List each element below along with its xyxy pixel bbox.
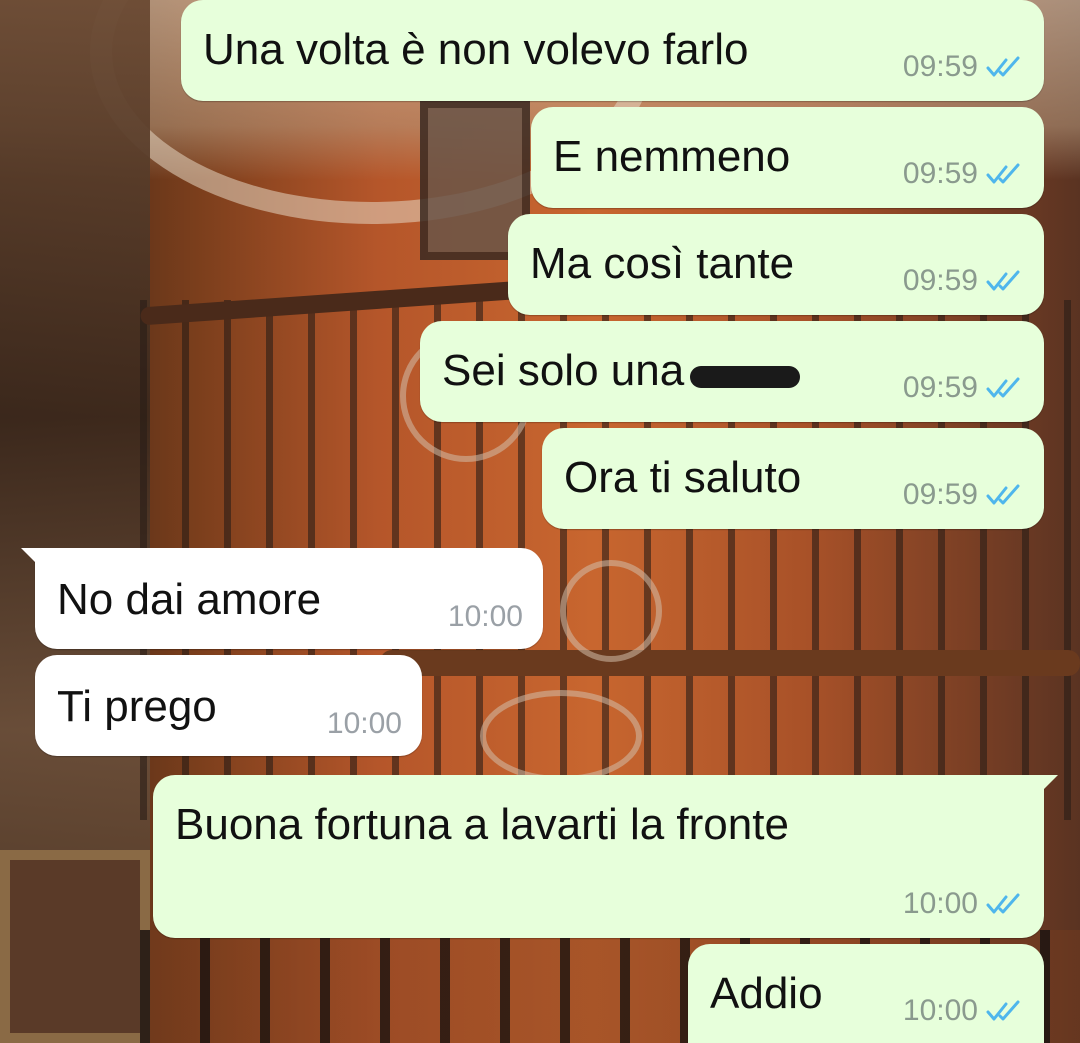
incoming-message-bubble[interactable]: No dai amore 10:00 xyxy=(21,548,543,649)
double-check-icon xyxy=(986,270,1020,291)
message-text: Ma così tante xyxy=(530,239,795,288)
double-check-icon xyxy=(986,484,1020,505)
message-time: 09:59 xyxy=(902,478,978,511)
outgoing-message-bubble[interactable]: Buona fortuna a lavarti la fronte 10:00 xyxy=(153,775,1058,938)
message-text: No dai amore xyxy=(57,575,322,624)
message-time: 09:59 xyxy=(902,264,978,297)
outgoing-message-bubble[interactable]: Ma così tante 09:59 xyxy=(508,214,1044,315)
redaction-mark xyxy=(690,366,801,389)
outgoing-message-bubble[interactable]: Addio 10:00 xyxy=(688,944,1044,1043)
message-time: 10:00 xyxy=(447,600,523,633)
double-check-icon xyxy=(986,893,1020,914)
message-time: 10:00 xyxy=(326,707,402,740)
message-time: 09:59 xyxy=(902,50,978,83)
double-check-icon xyxy=(986,56,1020,77)
message-text: Sei solo una xyxy=(442,346,801,395)
message-time: 10:00 xyxy=(902,994,978,1027)
message-text: E nemmeno xyxy=(553,132,791,181)
bubble-tail xyxy=(1040,775,1058,793)
bubble-tail xyxy=(21,548,39,566)
double-check-icon xyxy=(986,1000,1020,1021)
message-text: Buona fortuna a lavarti la fronte xyxy=(175,800,789,849)
message-text: Addio xyxy=(710,969,823,1018)
outgoing-message-bubble[interactable]: Una volta è non volevo farlo 09:59 xyxy=(181,0,1044,101)
message-text: Ti prego xyxy=(57,682,217,731)
double-check-icon xyxy=(986,377,1020,398)
outgoing-message-bubble[interactable]: Sei solo una 09:59 xyxy=(420,321,1044,422)
outgoing-message-bubble[interactable]: Ora ti saluto 09:59 xyxy=(542,428,1044,529)
message-time: 09:59 xyxy=(902,371,978,404)
double-check-icon xyxy=(986,163,1020,184)
message-time: 09:59 xyxy=(902,157,978,190)
chat-message-list[interactable]: Una volta è non volevo farlo 09:59 E nem… xyxy=(0,0,1080,1043)
message-text: Ora ti saluto xyxy=(564,453,802,502)
outgoing-message-bubble[interactable]: E nemmeno 09:59 xyxy=(531,107,1044,208)
message-time: 10:00 xyxy=(902,887,978,920)
message-text: Una volta è non volevo farlo xyxy=(203,25,749,74)
message-text-visible: Sei solo una xyxy=(442,346,685,395)
incoming-message-bubble[interactable]: Ti prego 10:00 xyxy=(35,655,422,756)
